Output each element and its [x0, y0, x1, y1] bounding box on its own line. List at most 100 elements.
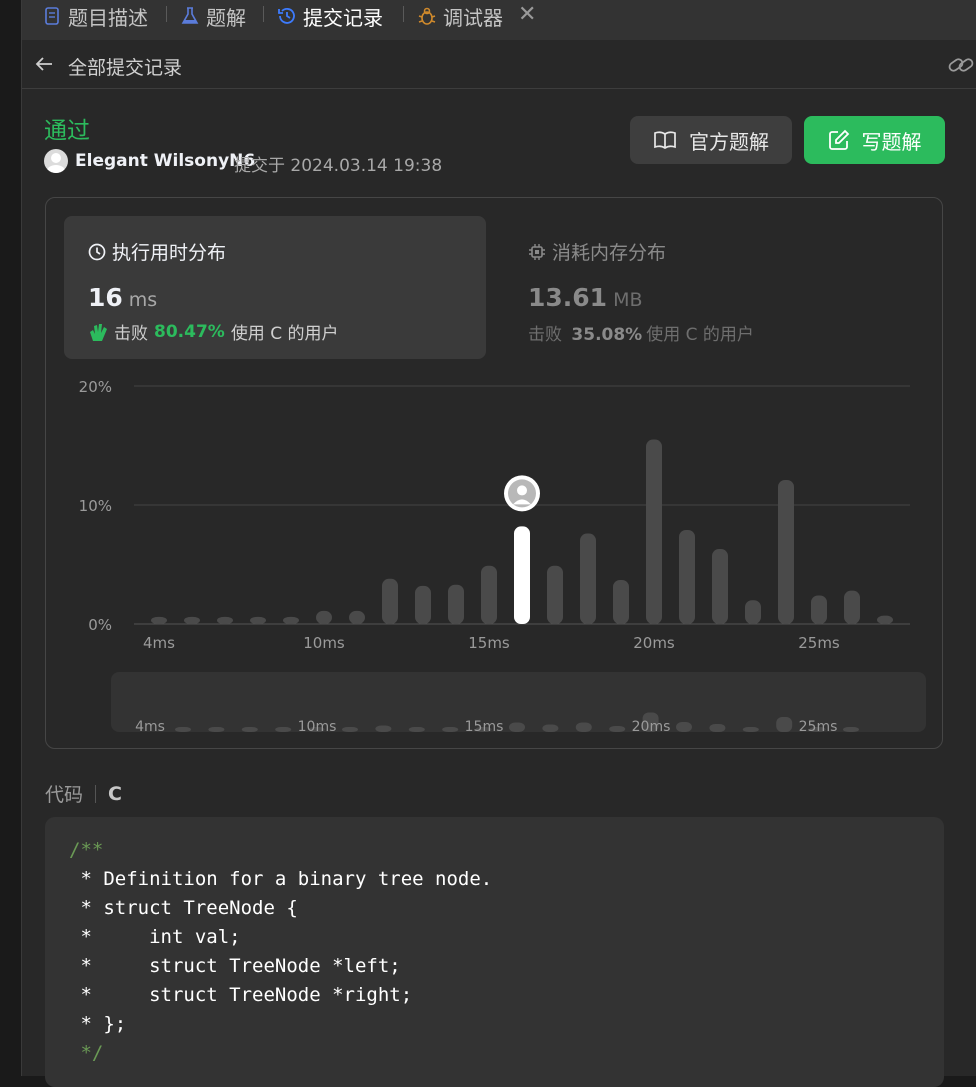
- chart-bar: [745, 600, 761, 624]
- tab-description-label: 题目描述: [68, 5, 148, 30]
- book-icon: [654, 131, 676, 150]
- chart-bar: [415, 585, 431, 624]
- x-tick-label: 20ms: [633, 634, 675, 652]
- tab-solutions[interactable]: 题解: [180, 0, 246, 32]
- chart-bar: [613, 579, 629, 624]
- runtime-distribution-chart: 0% 10% 20% 4ms 10ms 15ms 20ms 25ms 4ms 10ms 15ms 20…: [79, 378, 926, 735]
- submit-time: 提交于 2024.03.14 19:38: [234, 156, 443, 176]
- chart-bar: [712, 549, 728, 624]
- edit-icon: [828, 129, 849, 150]
- y-tick-label: 20%: [79, 378, 112, 396]
- overview-bar: [208, 727, 225, 732]
- overview-bar: [776, 717, 793, 732]
- code-line: * };: [69, 1013, 127, 1035]
- overview-bar: [175, 727, 191, 732]
- link-icon[interactable]: [948, 54, 974, 80]
- chart-bar: [217, 616, 233, 624]
- code-line: /**: [69, 839, 104, 861]
- overview-bar: [241, 727, 258, 732]
- overview-bar: [676, 722, 692, 732]
- history-icon: [277, 6, 297, 26]
- chart-bar: [283, 616, 299, 624]
- overview-tick-label: 10ms: [298, 719, 337, 735]
- code-line: * int val;: [69, 926, 241, 948]
- overview-bar: [843, 727, 859, 732]
- code-header-divider: [95, 784, 97, 803]
- overview-bar: [275, 727, 292, 732]
- official-solution-label: 官方题解: [689, 129, 769, 154]
- user-marker-head: [517, 485, 527, 496]
- code-line: */: [69, 1042, 104, 1064]
- write-solution-button[interactable]: 写题解: [804, 116, 945, 164]
- submissions-header: 全部提交记录: [22, 40, 976, 89]
- overview-bar: [408, 727, 425, 732]
- code-line: * struct TreeNode *left;: [69, 955, 401, 977]
- all-submissions-title[interactable]: 全部提交记录: [68, 53, 182, 80]
- write-solution-label: 写题解: [861, 129, 922, 154]
- tab-submissions[interactable]: 提交记录: [277, 0, 383, 32]
- code-line: * struct TreeNode *right;: [69, 984, 413, 1006]
- tab-description[interactable]: 题目描述: [42, 0, 148, 32]
- chart-bar: [877, 615, 893, 624]
- x-tick-label: 10ms: [303, 634, 345, 652]
- tab-solutions-label: 题解: [206, 5, 246, 30]
- code-line: * struct TreeNode {: [69, 897, 298, 919]
- x-tick-label: 25ms: [798, 634, 840, 652]
- chart-bar: [547, 565, 563, 624]
- chart-bar: [250, 616, 266, 624]
- chart-bar: [646, 439, 662, 624]
- left-pane-edge: [0, 0, 22, 1076]
- chart-bar: [349, 610, 365, 624]
- flask-icon: [180, 6, 200, 26]
- overview-bar: [609, 726, 626, 732]
- submission-status: 通过: [44, 118, 90, 144]
- x-tick-label: 4ms: [143, 634, 175, 652]
- official-solution-button[interactable]: 官方题解: [630, 116, 792, 164]
- overview-bar: [742, 727, 759, 732]
- stats-card: 执行用时分布 16 ms 击败 80.47% 使用 C 的用户 消耗内存分布 13…: [45, 197, 943, 749]
- chart-bar: [778, 480, 794, 624]
- submission-panel: 题目描述 题解 提交记录 调试器 ✕ 全部提交记录 通过 Elegant Wil…: [22, 0, 976, 1087]
- chart-bar: [481, 565, 497, 624]
- overview-bar: [342, 727, 358, 732]
- code-line: * Definition for a binary tree node.: [69, 868, 493, 890]
- y-tick-label: 0%: [88, 616, 112, 634]
- tab-divider: [166, 6, 167, 22]
- overview-bar: [509, 722, 525, 732]
- chart-bar: [580, 533, 596, 624]
- overview-tick-label: 15ms: [465, 719, 504, 735]
- overview-bar: [542, 724, 559, 732]
- tab-debugger[interactable]: 调试器: [417, 0, 503, 32]
- overview-bar: [442, 727, 459, 732]
- chart-bar: [448, 584, 464, 624]
- overview-tick-label: 20ms: [632, 719, 671, 735]
- username[interactable]: Elegant WilsonyN6: [75, 151, 255, 171]
- highlighted-bar: [514, 526, 530, 624]
- overview-tick-label: 25ms: [799, 719, 838, 735]
- tab-divider: [403, 6, 404, 22]
- tab-divider: [263, 6, 264, 22]
- code-header: 代码 C: [45, 780, 122, 807]
- tab-debugger-label: 调试器: [443, 5, 503, 30]
- x-tick-label: 15ms: [468, 634, 510, 652]
- back-arrow-icon[interactable]: [34, 54, 54, 78]
- code-language: C: [108, 782, 122, 805]
- overview-bar: [709, 724, 726, 732]
- avatar[interactable]: [44, 149, 68, 173]
- code-block[interactable]: /** * Definition for a binary tree node.…: [45, 817, 944, 1087]
- description-icon: [42, 6, 62, 26]
- chart-bar: [811, 595, 827, 624]
- close-tab-icon[interactable]: ✕: [518, 2, 536, 27]
- chart-bar: [382, 578, 398, 624]
- chart-bar: [316, 610, 332, 624]
- code-label: 代码: [45, 784, 84, 806]
- overview-tick-label: 4ms: [135, 719, 165, 735]
- tab-bar: 题目描述 题解 提交记录 调试器 ✕: [22, 0, 976, 40]
- overview-bar: [375, 725, 392, 732]
- y-tick-label: 10%: [79, 497, 112, 515]
- chart-bar: [679, 529, 695, 624]
- chart-bar: [184, 616, 200, 624]
- tab-submissions-label: 提交记录: [303, 5, 383, 30]
- bug-icon: [417, 6, 437, 26]
- chart-bar: [844, 590, 860, 624]
